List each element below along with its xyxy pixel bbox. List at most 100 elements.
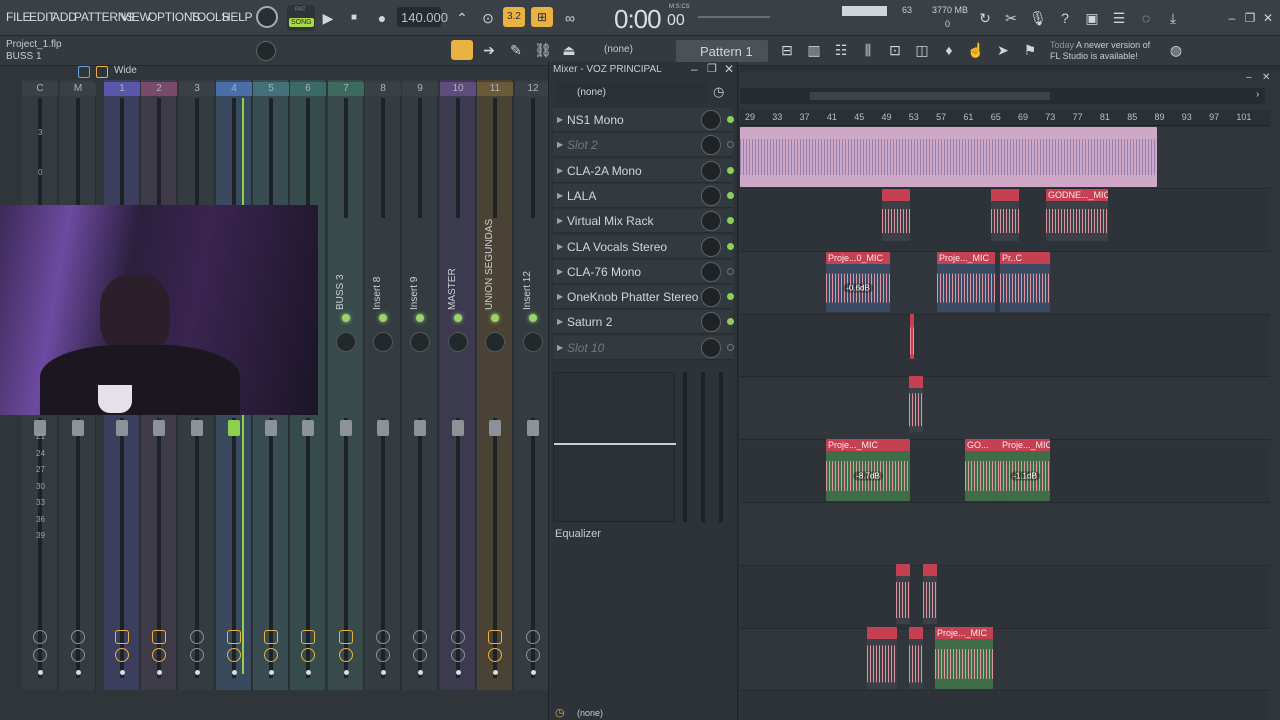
eq-band-1-slider[interactable] [683,372,687,522]
slot-expand-icon[interactable]: ▶ [557,191,563,200]
stop-icon[interactable]: ■ [344,8,364,28]
slot-expand-icon[interactable]: ▶ [557,166,563,175]
menu-view[interactable]: VIEW [121,10,151,24]
mixer-channel-label[interactable]: C [22,82,58,96]
audio-clip-small[interactable] [896,564,910,624]
audio-clip[interactable]: Pr..C [1000,252,1050,312]
piano-roll-icon[interactable]: ▥ [804,40,824,60]
eq-band-3-slider[interactable] [719,372,723,522]
audio-clip[interactable]: GO... [965,439,1000,501]
playlist-track-row[interactable] [740,378,1270,441]
pan-knob[interactable] [336,332,356,352]
mixer-track-name-box[interactable]: Insert 9 [402,230,438,310]
audio-clip[interactable] [740,127,1157,187]
slot-expand-icon[interactable]: ▶ [557,267,563,276]
help-icon[interactable]: ? [1055,8,1075,28]
slot-mix-knob[interactable] [701,236,721,257]
insert-preset-selector[interactable]: (none) [557,82,707,104]
volume-fader-handle[interactable] [228,420,240,436]
route-link-icon[interactable] [339,630,353,644]
mute-led[interactable] [529,314,537,322]
pan-knob[interactable] [410,332,430,352]
effect-slot[interactable]: ▶ Slot 10 [553,335,734,360]
lock-icon[interactable] [96,66,108,78]
audio-clip[interactable] [882,189,910,241]
scroll-right-icon[interactable]: › [1256,89,1259,100]
phase-icon[interactable] [376,648,390,662]
route-link-icon[interactable] [301,630,315,644]
blend-notes-icon[interactable]: ⊞ [531,7,553,27]
playlist-icon[interactable]: ⊟ [777,40,797,60]
audio-clip[interactable]: Proje..._MIC -8.7dB [826,439,910,501]
eq-band-2-slider[interactable] [701,372,705,522]
slot-expand-icon[interactable]: ▶ [557,115,563,124]
slot-mix-knob[interactable] [701,185,721,206]
audio-clip-small[interactable] [867,627,897,689]
pattern-selector[interactable]: Pattern 1 [676,40,768,62]
audio-clip[interactable]: Proje..._MIC [937,252,995,312]
route-link-icon[interactable] [71,630,85,644]
volume-fader-handle[interactable] [377,420,389,436]
eq-graph[interactable] [553,372,676,522]
mixer-track-name-box[interactable]: BUSS 3 [328,230,364,310]
record-icon[interactable]: ● [372,8,392,28]
slot-expand-icon[interactable]: ▶ [557,216,563,225]
play-icon[interactable]: ▶ [318,8,338,28]
minimize-icon[interactable]: – [1222,8,1242,28]
route-none[interactable]: (none) [577,708,603,718]
slot-expand-icon[interactable]: ▶ [557,343,563,352]
mixer-channel-label[interactable]: 10 [440,82,476,96]
pan-knob[interactable] [373,332,393,352]
slot-enable-led[interactable] [727,191,734,199]
mixer-icon[interactable]: ⫼ [858,40,878,60]
slot-mix-knob[interactable] [701,287,721,308]
route-link-icon[interactable] [190,630,204,644]
panel-minimize-icon[interactable]: – [691,62,698,76]
audio-clip-small[interactable] [923,564,937,624]
slot-enable-led[interactable] [727,217,734,225]
panel-close-icon[interactable]: ✕ [724,62,734,76]
route-link-icon[interactable] [264,630,278,644]
menu-add[interactable]: ADD [52,10,77,24]
slot-enable-led[interactable] [727,318,734,326]
slot-mix-knob[interactable] [701,337,721,358]
mixer-channel-label[interactable]: 4 [216,82,252,96]
mixer-channel-label[interactable]: M [60,82,96,96]
slot-mix-knob[interactable] [701,261,721,282]
phase-icon[interactable] [33,648,47,662]
audio-clip[interactable]: GODNE..._MIC [1046,189,1108,241]
download-icon[interactable]: ⤓ [1163,8,1183,28]
effect-slot[interactable]: ▶ LALA [553,183,734,208]
audio-clip[interactable]: Proje..._MIC [935,627,993,689]
slot-enable-led[interactable] [727,242,734,250]
slot-expand-icon[interactable]: ▶ [557,140,563,149]
volume-fader-handle[interactable] [340,420,352,436]
channel-rack-icon[interactable]: ☷ [831,40,851,60]
clock-icon[interactable]: ◷ [713,84,724,100]
chat-icon[interactable]: ◌ [1136,8,1156,28]
slot-enable-led[interactable] [727,166,734,174]
route-link-icon[interactable] [451,630,465,644]
phase-icon[interactable] [227,648,241,662]
volume-fader-handle[interactable] [414,420,426,436]
effect-slot[interactable]: ▶ Virtual Mix Rack [553,209,734,234]
cloud-icon[interactable]: ➤ [993,40,1013,60]
slot-mix-knob[interactable] [701,312,721,333]
pat-song-toggle[interactable]: PAT SONG [287,5,315,31]
menu-help[interactable]: HELP [222,10,252,24]
phase-icon[interactable] [301,648,315,662]
phase-icon[interactable] [339,648,353,662]
route-link-icon[interactable] [152,630,166,644]
phase-icon[interactable] [152,648,166,662]
volume-fader-handle[interactable] [302,420,314,436]
route-link-icon[interactable] [115,630,129,644]
time-display[interactable]: 0:00 [614,4,662,35]
mute-led[interactable] [342,314,350,322]
slot-enable-led[interactable] [727,343,734,351]
mic-icon[interactable]: 🎙 [1028,8,1048,28]
mixer-channel-label[interactable]: 11 [477,82,513,96]
close-icon[interactable]: ✕ [1258,8,1278,28]
stereo-wide-label[interactable]: Wide [114,65,137,76]
playlist-scrollbar[interactable] [740,88,1265,104]
slot-mix-knob[interactable] [701,110,721,130]
